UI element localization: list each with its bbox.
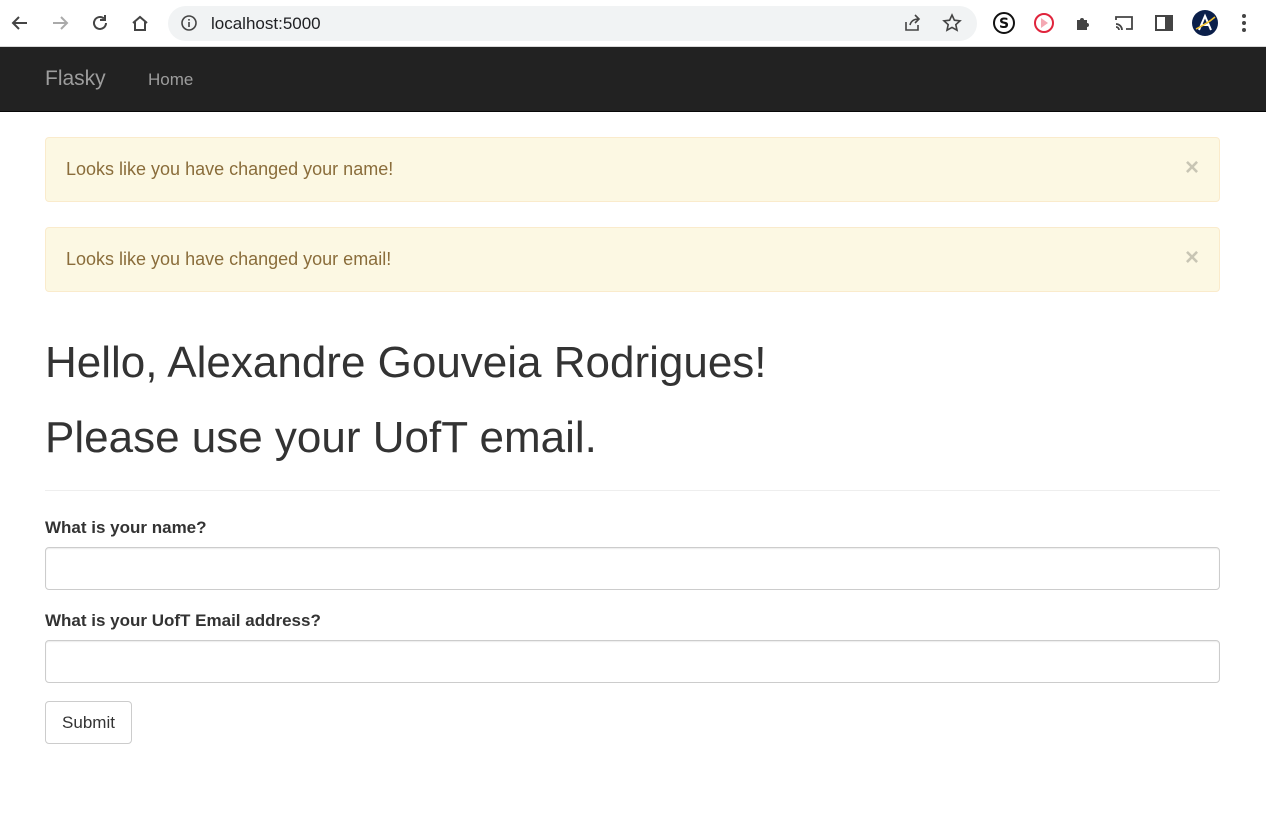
nav-link-home[interactable]: Home (148, 70, 193, 90)
kebab-menu-icon[interactable] (1230, 9, 1258, 37)
info-icon[interactable] (180, 14, 198, 37)
greeting-heading: Hello, Alexandre Gouveia Rodrigues! (45, 338, 767, 387)
profile-avatar[interactable] (1191, 9, 1219, 37)
home-icon[interactable] (126, 9, 154, 37)
star-icon[interactable] (942, 13, 962, 38)
flash-alert-name: Looks like you have changed your name! × (45, 137, 1220, 202)
name-input[interactable] (45, 547, 1220, 590)
cast-icon[interactable] (1110, 9, 1138, 37)
close-icon[interactable]: × (1185, 246, 1199, 270)
reload-icon[interactable] (86, 9, 114, 37)
forward-arrow-icon[interactable] (46, 9, 74, 37)
navbar-brand[interactable]: Flasky (45, 67, 106, 91)
email-instruction-heading: Please use your UofT email. (45, 413, 597, 462)
close-icon[interactable]: × (1185, 156, 1199, 180)
share-icon[interactable] (902, 13, 922, 38)
puzzle-icon[interactable] (1070, 9, 1098, 37)
svg-text:S: S (999, 16, 1009, 32)
submit-button[interactable]: Submit (45, 701, 132, 744)
divider (45, 490, 1220, 491)
name-label: What is your name? (45, 518, 207, 537)
alert-message: Looks like you have changed your email! (66, 249, 392, 269)
extension-s-icon[interactable]: S (990, 9, 1018, 37)
email-label: What is your UofT Email address? (45, 611, 321, 630)
url-text[interactable]: localhost:5000 (211, 14, 321, 34)
flash-alert-email: Looks like you have changed your email! … (45, 227, 1220, 292)
browser-toolbar: localhost:5000 S (0, 0, 1266, 47)
address-bar[interactable]: localhost:5000 (168, 6, 977, 41)
alert-message: Looks like you have changed your name! (66, 159, 394, 179)
back-arrow-icon[interactable] (6, 9, 34, 37)
navbar: Flasky Home (0, 47, 1266, 112)
email-input[interactable] (45, 640, 1220, 683)
side-panel-icon[interactable] (1150, 9, 1178, 37)
extension-red-icon[interactable] (1030, 9, 1058, 37)
